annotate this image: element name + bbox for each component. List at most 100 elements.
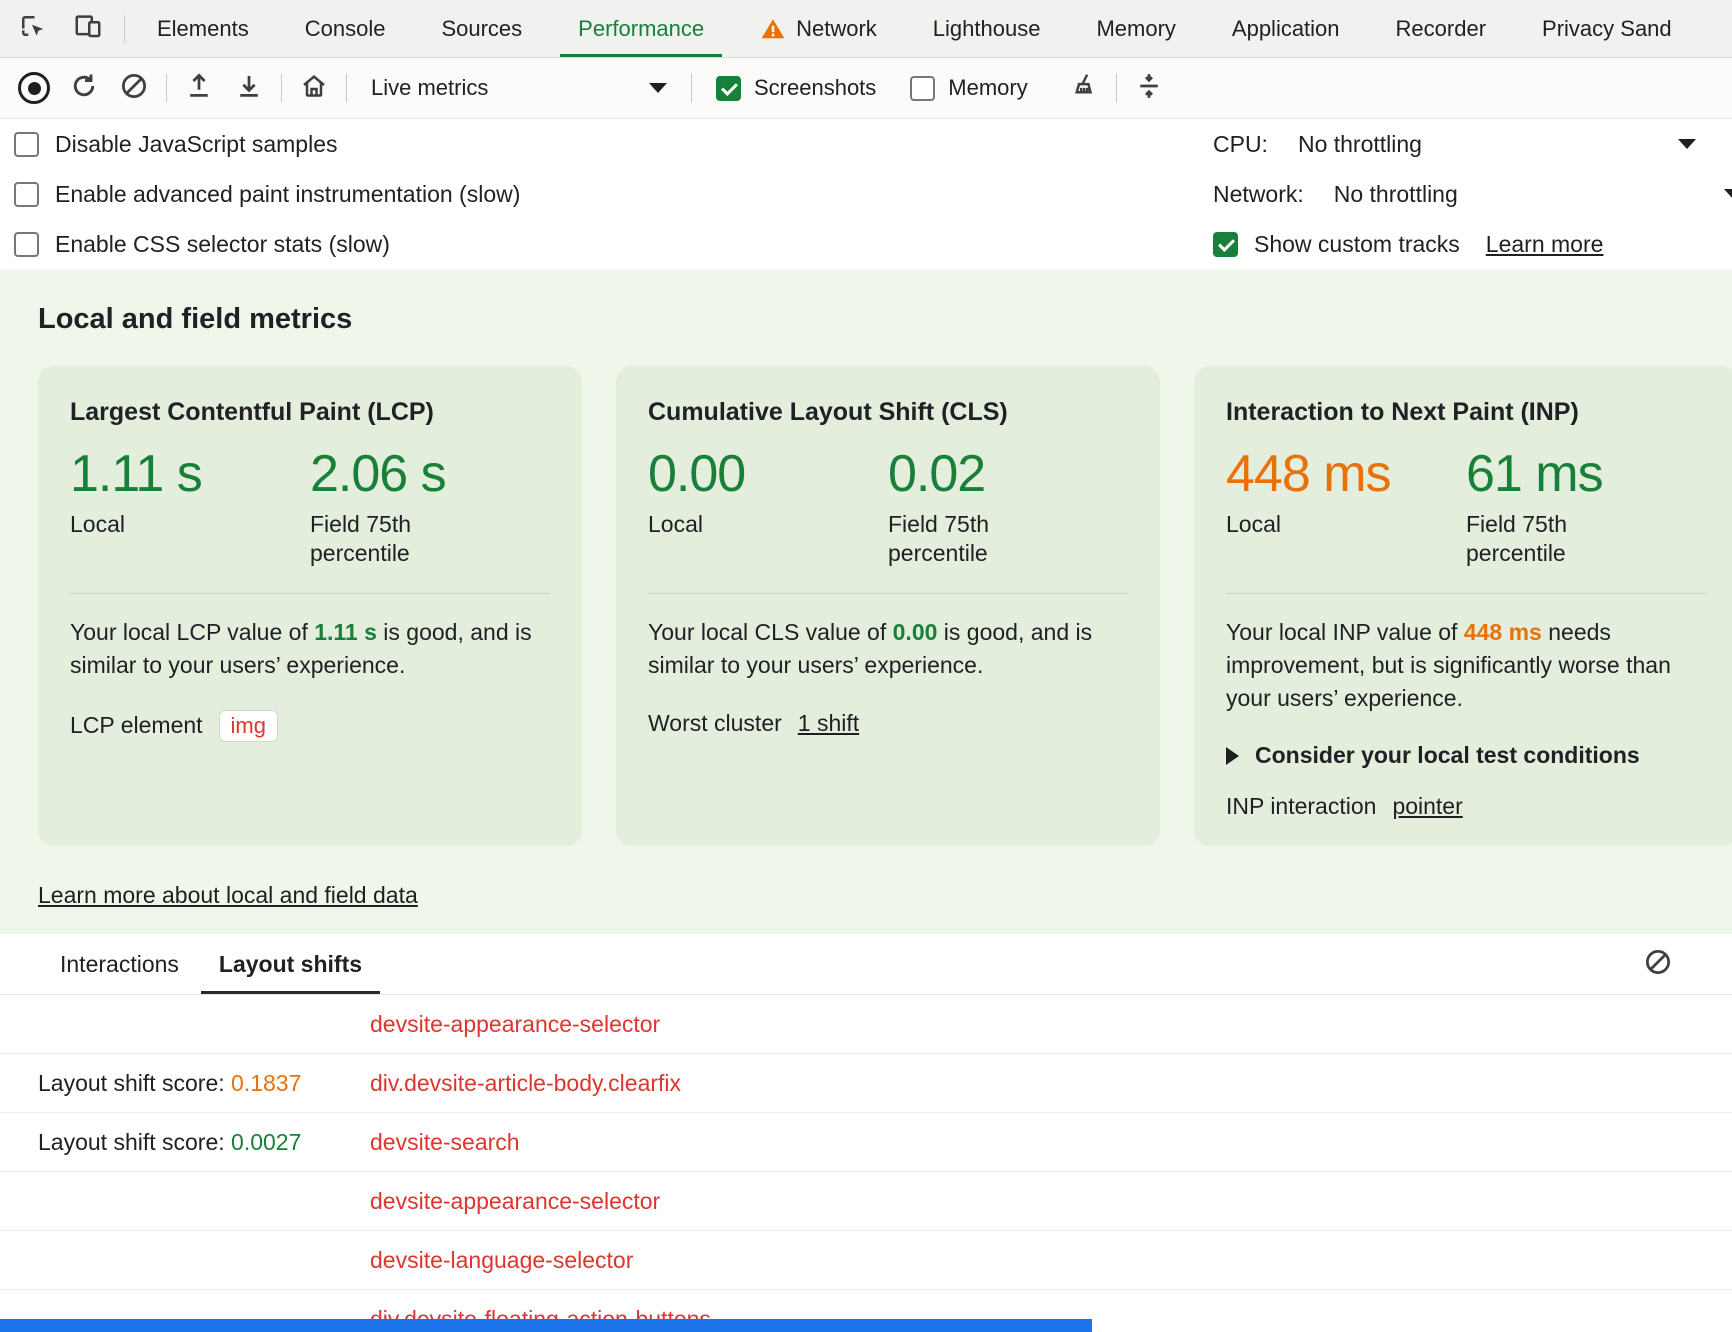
home-button[interactable]: [292, 67, 336, 109]
tab-memory[interactable]: Memory: [1068, 0, 1203, 57]
inp-field-value-block: 61 ms Field 75th percentile: [1466, 447, 1706, 569]
gc-broom-icon: [1069, 71, 1099, 106]
inspect-element-button[interactable]: [10, 8, 54, 50]
cpu-throttling-select[interactable]: CPU: No throttling: [1213, 119, 1718, 169]
layout-shift-element-link[interactable]: devsite-language-selector: [370, 1247, 633, 1274]
local-test-conditions-label: Consider your local test conditions: [1255, 742, 1640, 769]
tab-label: Application: [1232, 16, 1340, 42]
layout-shift-element-link[interactable]: devsite-search: [370, 1129, 520, 1156]
network-throttling-select[interactable]: Network: No throttling: [1213, 169, 1718, 219]
collapse-tracks-button[interactable]: [1127, 67, 1171, 109]
collapse-icon: [1134, 71, 1164, 106]
tab-label: Memory: [1096, 16, 1175, 42]
record-button[interactable]: [12, 67, 56, 109]
score-label: Layout shift score:: [38, 1070, 231, 1096]
inp-field-value: 61 ms: [1466, 447, 1706, 502]
layout-shift-element-link[interactable]: devsite-appearance-selector: [370, 1188, 660, 1215]
save-profile-button[interactable]: [227, 67, 271, 109]
tabbar-icon-group: [0, 0, 120, 57]
worst-cluster-link[interactable]: 1 shift: [798, 710, 859, 737]
lcp-element-label: LCP element: [70, 712, 203, 739]
lcp-desc-value: 1.11 s: [314, 619, 377, 645]
layout-shift-score: Layout shift score: 0.1837: [38, 1070, 370, 1097]
load-profile-button[interactable]: [177, 67, 221, 109]
download-icon: [234, 71, 264, 106]
cpu-throttling-value: No throttling: [1298, 131, 1422, 158]
divider: [166, 74, 167, 102]
css-selector-stats-label: Enable CSS selector stats (slow): [55, 231, 390, 258]
reload-icon: [69, 71, 99, 106]
tab-recorder[interactable]: Recorder: [1368, 0, 1514, 57]
memory-checkbox[interactable]: Memory: [896, 75, 1041, 101]
tab-application[interactable]: Application: [1204, 0, 1368, 57]
upload-icon: [184, 71, 214, 106]
tab-console[interactable]: Console: [277, 0, 414, 57]
local-test-conditions-expander[interactable]: Consider your local test conditions: [1226, 742, 1706, 769]
lcp-field-value-block: 2.06 s Field 75th percentile: [310, 447, 550, 569]
tab-lighthouse[interactable]: Lighthouse: [905, 0, 1069, 57]
tab-label: Recorder: [1396, 16, 1486, 42]
clear-icon: [1643, 947, 1673, 982]
lcp-local-value: 1.11 s: [70, 447, 310, 502]
divider: [691, 74, 692, 102]
chevron-down-icon: [649, 83, 667, 93]
lcp-description: Your local LCP value of 1.11 s is good, …: [70, 616, 550, 681]
screenshots-checkbox[interactable]: Screenshots: [702, 75, 890, 101]
tab-network[interactable]: Network: [732, 0, 905, 57]
logs-tabbar: Interactions Layout shifts: [0, 934, 1732, 995]
show-custom-tracks-checkbox[interactable]: Show custom tracks: [1213, 231, 1460, 258]
tab-label: Lighthouse: [933, 16, 1041, 42]
advanced-paint-checkbox[interactable]: Enable advanced paint instrumentation (s…: [14, 169, 520, 219]
cls-local-label: Local: [648, 510, 818, 540]
tab-performance[interactable]: Performance: [550, 0, 732, 57]
lcp-field-label: Field 75th percentile: [310, 510, 480, 570]
inp-local-value: 448 ms: [1226, 447, 1466, 502]
layout-shift-element-link[interactable]: devsite-appearance-selector: [370, 1011, 660, 1038]
record-and-reload-button[interactable]: [62, 67, 106, 109]
cls-field-label: Field 75th percentile: [888, 510, 1058, 570]
tab-label: Sources: [441, 16, 522, 42]
tab-privacy-sandbox[interactable]: Privacy Sand: [1514, 0, 1700, 57]
collect-garbage-button[interactable]: [1062, 67, 1106, 109]
checkbox-unchecked-icon: [14, 132, 39, 157]
horizontal-scrollbar-thumb[interactable]: [0, 1319, 1092, 1332]
cls-local-value: 0.00: [648, 447, 888, 502]
clear-button[interactable]: [112, 67, 156, 109]
network-label: Network:: [1213, 181, 1304, 208]
panel-mode-select[interactable]: Live metrics: [357, 66, 681, 110]
checkbox-checked-icon: [1213, 232, 1238, 257]
custom-tracks-learn-more-link[interactable]: Learn more: [1486, 231, 1604, 258]
device-toolbar-icon: [73, 11, 103, 46]
score-value: 0.0027: [231, 1129, 301, 1155]
capture-settings-left: Disable JavaScript samples Enable advanc…: [14, 119, 520, 269]
tab-label: Interactions: [60, 951, 179, 978]
layout-shift-element-link[interactable]: div.devsite-article-body.clearfix: [370, 1070, 681, 1097]
tab-interactions[interactable]: Interactions: [40, 934, 199, 994]
inp-interaction-link[interactable]: pointer: [1392, 793, 1462, 820]
inp-card-title: Interaction to Next Paint (INP): [1226, 398, 1706, 427]
cls-card-title: Cumulative Layout Shift (CLS): [648, 398, 1128, 427]
lcp-element-node-link[interactable]: img: [219, 710, 278, 742]
show-custom-tracks-label: Show custom tracks: [1254, 231, 1460, 258]
memory-checkbox-label: Memory: [948, 75, 1027, 101]
metric-cards: Largest Contentful Paint (LCP) 1.11 s Lo…: [38, 366, 1694, 846]
worst-cluster-label: Worst cluster: [648, 710, 782, 737]
disable-js-samples-checkbox[interactable]: Disable JavaScript samples: [14, 119, 520, 169]
inp-interaction-label: INP interaction: [1226, 793, 1376, 820]
css-selector-stats-checkbox[interactable]: Enable CSS selector stats (slow): [14, 219, 520, 269]
inspect-cursor-icon: [17, 11, 47, 46]
tab-elements[interactable]: Elements: [129, 0, 277, 57]
tab-sources[interactable]: Sources: [413, 0, 550, 57]
cls-description: Your local CLS value of 0.00 is good, an…: [648, 616, 1128, 681]
clear-log-button[interactable]: [1636, 942, 1680, 986]
device-toolbar-button[interactable]: [66, 8, 110, 50]
checkbox-checked-icon: [716, 76, 741, 101]
inp-local-label: Local: [1226, 510, 1396, 540]
layout-shift-score: Layout shift score: 0.0027: [38, 1129, 370, 1156]
cls-desc-value: 0.00: [893, 619, 938, 645]
local-field-data-learn-more-link[interactable]: Learn more about local and field data: [38, 882, 418, 909]
checkbox-unchecked-icon: [14, 182, 39, 207]
tab-layout-shifts[interactable]: Layout shifts: [199, 934, 382, 994]
chevron-down-icon: [1678, 139, 1696, 149]
advanced-paint-label: Enable advanced paint instrumentation (s…: [55, 181, 520, 208]
